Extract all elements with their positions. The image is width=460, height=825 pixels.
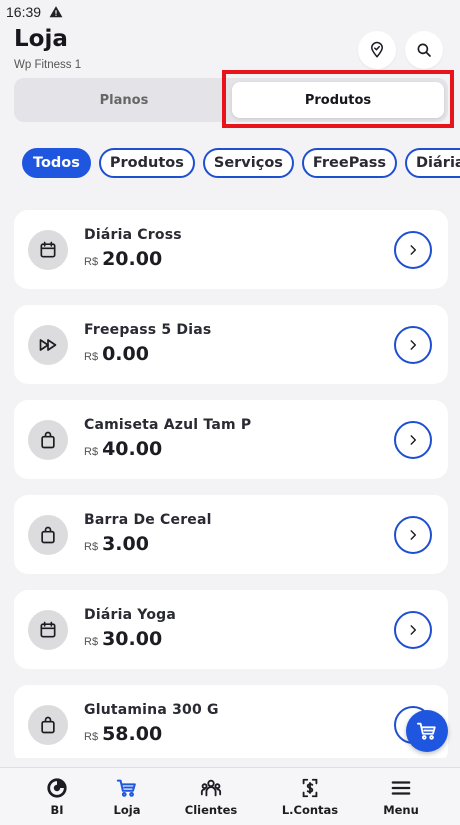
product-icon-wrap <box>28 610 68 650</box>
product-price: R$ 3.00 <box>84 533 149 555</box>
price-value: 3.00 <box>102 533 149 555</box>
chevron-right-icon <box>410 435 417 445</box>
product-name: Glutamina 300 G <box>84 702 219 718</box>
chip-diaria[interactable]: Diária <box>405 148 460 178</box>
nav-bi[interactable]: BI <box>36 768 78 825</box>
nav-label: Clientes <box>184 803 238 817</box>
currency-label: R$ <box>84 636 99 648</box>
currency-label: R$ <box>84 541 99 553</box>
nav-clientes[interactable]: Clientes <box>180 768 242 825</box>
location-button[interactable] <box>358 31 396 69</box>
shopping-bag-icon <box>41 716 55 734</box>
nav-loja[interactable]: Loja <box>106 768 148 825</box>
bi-icon <box>47 778 67 798</box>
status-bar: 16:39 <box>0 0 460 24</box>
search-icon <box>417 43 431 57</box>
chip-todos[interactable]: Todos <box>22 148 91 178</box>
nav-label: L.Contas <box>281 803 339 817</box>
nav-label: Loja <box>113 803 141 817</box>
receipt-icon <box>302 778 318 798</box>
highlight-box <box>222 70 454 128</box>
product-card[interactable]: Camiseta Azul Tam P R$ 40.00 <box>14 400 448 479</box>
calendar-icon <box>40 621 56 638</box>
nav-lcontas[interactable]: L.Contas <box>276 768 344 825</box>
product-price: R$ 58.00 <box>84 723 162 745</box>
menu-icon <box>391 781 411 795</box>
product-name: Barra De Cereal <box>84 512 212 528</box>
product-card[interactable]: Freepass 5 Dias R$ 0.00 <box>14 305 448 384</box>
product-name: Diária Cross <box>84 227 182 243</box>
shopping-bag-icon <box>41 431 55 449</box>
calendar-icon <box>40 241 56 258</box>
nav-menu[interactable]: Menu <box>380 768 422 825</box>
warning-icon <box>49 6 63 18</box>
open-product-button[interactable] <box>394 326 432 364</box>
price-value: 40.00 <box>102 438 163 460</box>
tab-planos[interactable]: Planos <box>18 82 230 118</box>
currency-label: R$ <box>84 256 99 268</box>
product-card[interactable]: Diária Cross R$ 20.00 <box>14 210 448 289</box>
open-product-button[interactable] <box>394 611 432 649</box>
chip-produtos[interactable]: Produtos <box>98 148 195 178</box>
product-price: R$ 20.00 <box>84 248 162 270</box>
fast-forward-icon <box>39 339 57 351</box>
cart-icon <box>116 779 136 797</box>
product-card[interactable]: Glutamina 300 G R$ 58.00 <box>14 685 448 758</box>
price-value: 30.00 <box>102 628 163 650</box>
product-icon-wrap <box>28 515 68 555</box>
price-value: 0.00 <box>102 343 149 365</box>
chevron-right-icon <box>410 245 417 255</box>
location-pin-icon <box>371 41 383 58</box>
filter-chips: Todos Produtos Serviços FreePass Diária <box>22 148 460 178</box>
product-name: Diária Yoga <box>84 607 177 623</box>
nav-label: Menu <box>383 803 419 817</box>
product-icon-wrap <box>28 705 68 745</box>
status-time: 16:39 <box>6 4 42 20</box>
product-price: R$ 30.00 <box>84 628 162 650</box>
chevron-right-icon <box>410 530 417 540</box>
floating-cart-button[interactable] <box>406 710 448 752</box>
cart-icon <box>416 722 436 740</box>
nav-label: BI <box>50 803 64 817</box>
product-name: Camiseta Azul Tam P <box>84 417 252 433</box>
chevron-right-icon <box>410 625 417 635</box>
price-value: 20.00 <box>102 248 163 270</box>
open-product-button[interactable] <box>394 421 432 459</box>
chevron-right-icon <box>410 340 417 350</box>
product-name: Freepass 5 Dias <box>84 322 212 338</box>
currency-label: R$ <box>84 731 99 743</box>
chip-freepass[interactable]: FreePass <box>301 148 398 178</box>
product-price: R$ 40.00 <box>84 438 162 460</box>
product-price: R$ 0.00 <box>84 343 149 365</box>
page-subtitle: Wp Fitness 1 <box>14 59 82 71</box>
price-value: 58.00 <box>102 723 163 745</box>
currency-label: R$ <box>84 446 99 458</box>
product-list: Diária Cross R$ 20.00 Freepass 5 Dias R$… <box>14 210 448 758</box>
product-icon-wrap <box>28 325 68 365</box>
product-icon-wrap <box>28 420 68 460</box>
product-icon-wrap <box>28 230 68 270</box>
bottom-nav: BI Loja Clientes L.Contas Menu <box>0 767 460 825</box>
search-button[interactable] <box>405 31 443 69</box>
open-product-button[interactable] <box>394 516 432 554</box>
users-icon <box>200 779 222 797</box>
page-title: Loja <box>14 26 68 52</box>
product-card[interactable]: Diária Yoga R$ 30.00 <box>14 590 448 669</box>
shopping-bag-icon <box>41 526 55 544</box>
chip-servicos[interactable]: Serviços <box>202 148 294 178</box>
open-product-button[interactable] <box>394 231 432 269</box>
currency-label: R$ <box>84 351 99 363</box>
product-card[interactable]: Barra De Cereal R$ 3.00 <box>14 495 448 574</box>
